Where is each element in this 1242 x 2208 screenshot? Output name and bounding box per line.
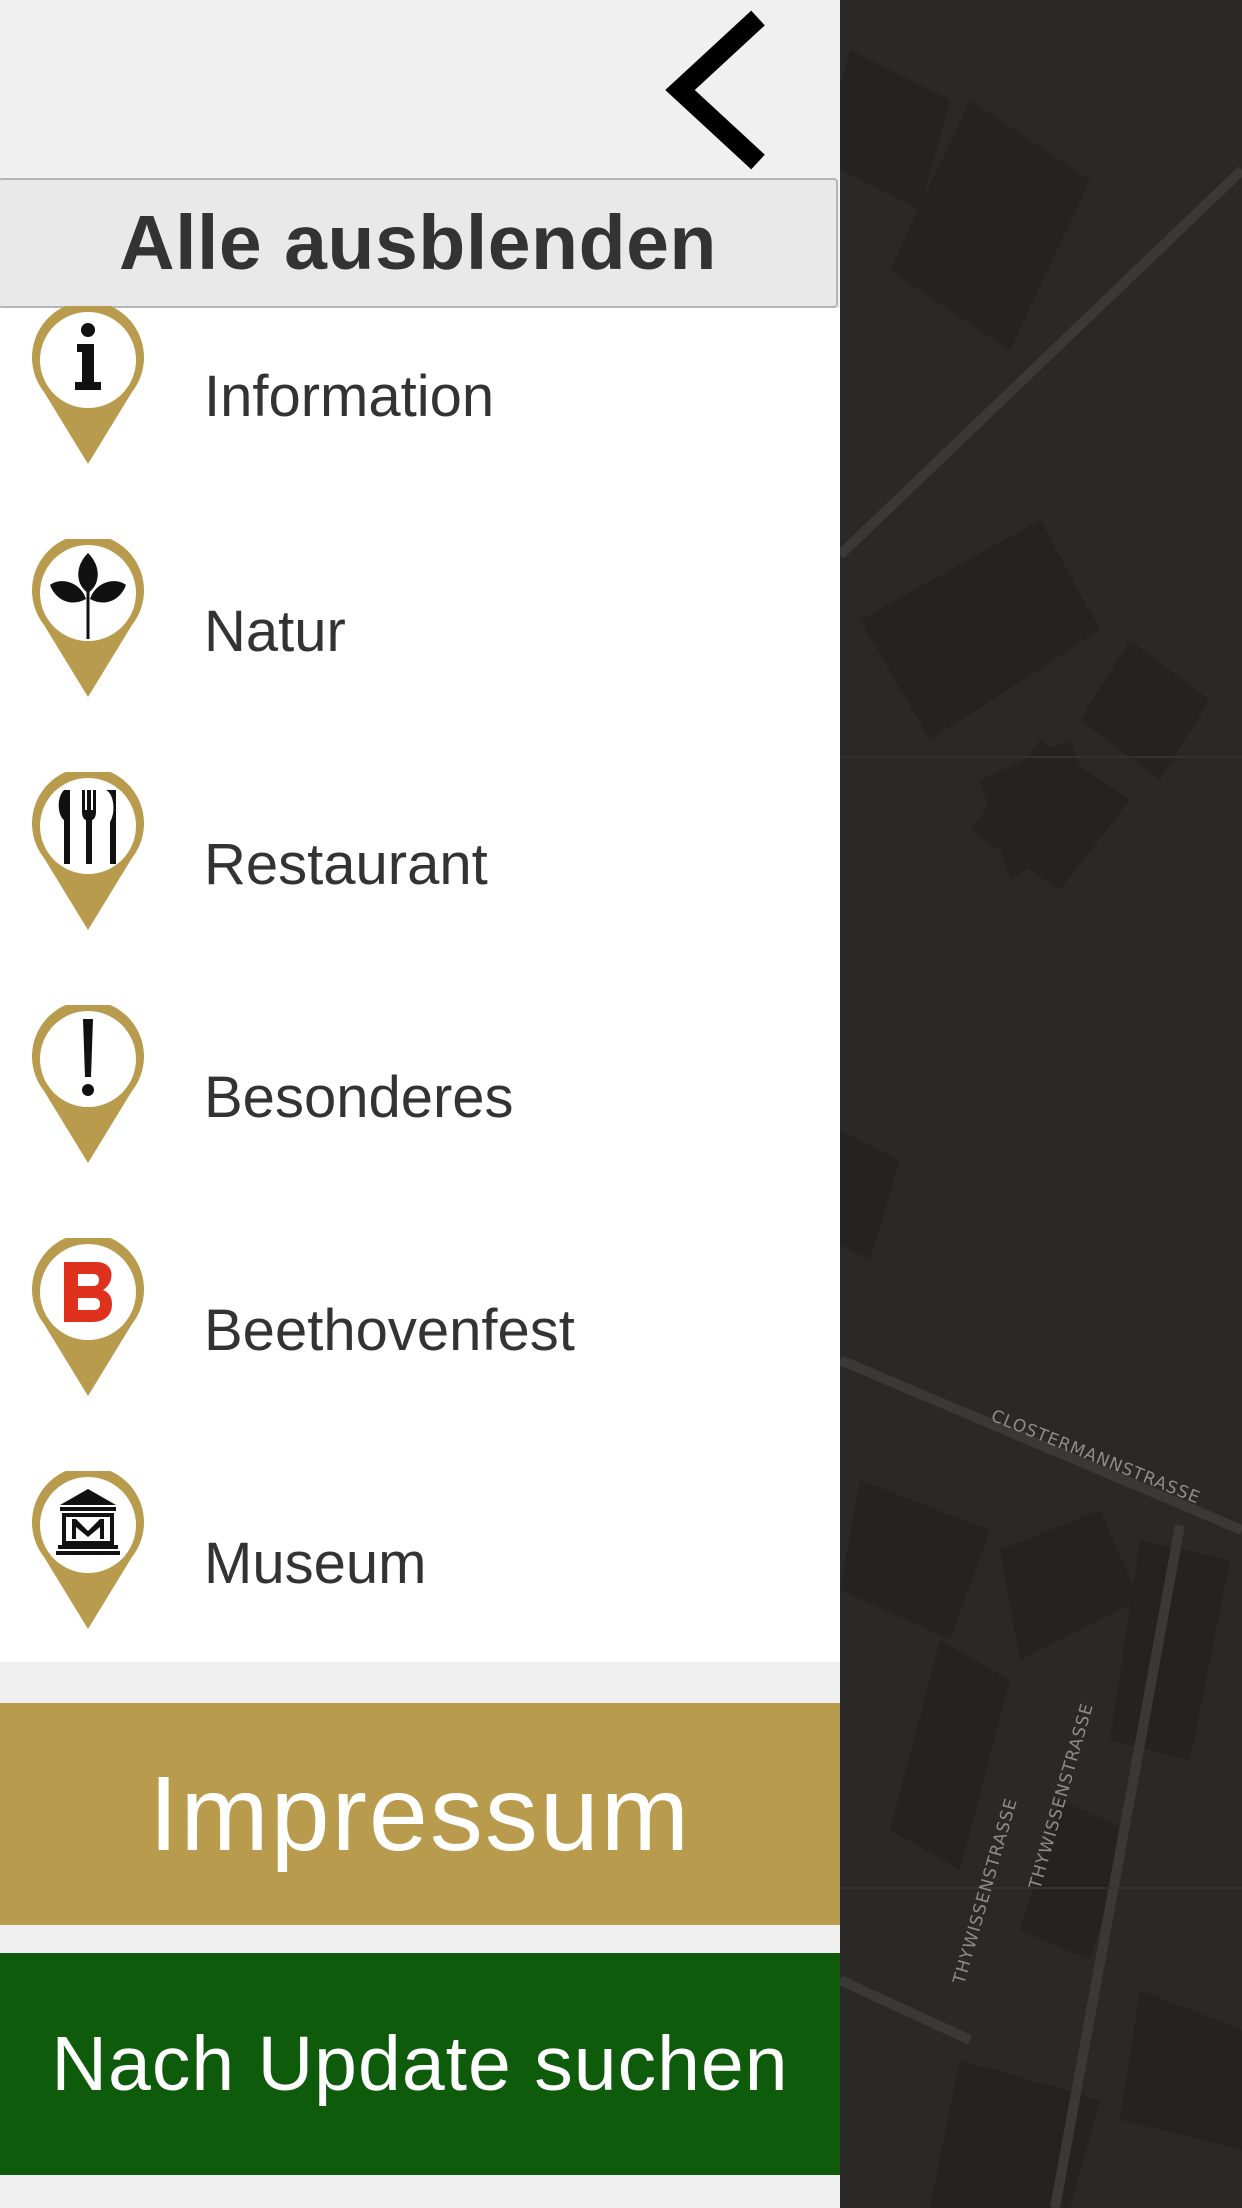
info-pin-icon — [32, 306, 144, 464]
chevron-left-icon — [665, 10, 765, 170]
cutlery-pin-icon — [32, 772, 144, 930]
category-item-restaurant[interactable]: Restaurant — [0, 772, 840, 1007]
category-item-museum[interactable]: Museum — [0, 1471, 840, 1706]
category-label: Natur — [204, 599, 346, 664]
impressum-label: Impressum — [148, 1754, 692, 1873]
impressum-button[interactable]: Impressum — [0, 1703, 840, 1925]
category-label: Information — [204, 364, 495, 429]
category-label: Museum — [204, 1531, 427, 1596]
map-tiles: CLOSTERMANNSTRASSE THYWISSENSTRASSE THYW… — [840, 50, 1242, 2208]
museum-pin-icon — [32, 1471, 144, 1629]
hide-all-button[interactable]: Alle ausblenden — [0, 178, 838, 308]
category-drawer: Alle ausblenden Information Natur Restau… — [0, 0, 840, 2208]
leaf-pin-icon — [32, 539, 144, 697]
back-button[interactable] — [660, 10, 770, 170]
beethovenfest-pin-icon — [32, 1238, 144, 1396]
exclamation-pin-icon — [32, 1005, 144, 1163]
check-update-button[interactable]: Nach Update suchen — [0, 1953, 840, 2175]
category-list: Information Natur Restaurant Besonderes … — [0, 306, 840, 1662]
street-label: CLOSTERMANNSTRASSE — [988, 1406, 1203, 1508]
map-view[interactable]: CLOSTERMANNSTRASSE THYWISSENSTRASSE THYW… — [840, 0, 1242, 2208]
check-update-label: Nach Update suchen — [51, 2020, 789, 2107]
category-item-beethovenfest[interactable]: Beethovenfest — [0, 1238, 840, 1473]
category-item-besonderes[interactable]: Besonderes — [0, 1005, 840, 1240]
category-label: Restaurant — [204, 832, 488, 897]
category-label: Besonderes — [204, 1065, 514, 1130]
hide-all-label: Alle ausblenden — [119, 199, 717, 286]
category-item-natur[interactable]: Natur — [0, 539, 840, 774]
category-label: Beethovenfest — [204, 1298, 575, 1363]
category-item-information[interactable]: Information — [0, 306, 840, 541]
